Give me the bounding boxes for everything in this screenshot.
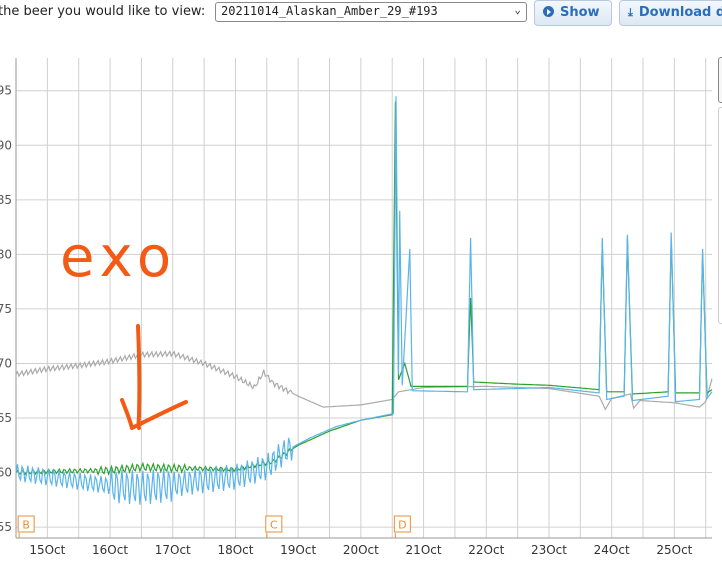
x-tick-label: 15Oct bbox=[29, 543, 65, 557]
x-tick-label: 24Oct bbox=[594, 543, 630, 557]
arrow-shaft bbox=[136, 324, 142, 430]
x-tick-label: 16Oct bbox=[92, 543, 128, 557]
y-axis-ticks: 55 60 65 70 75 80 85 90 95 bbox=[0, 84, 12, 534]
y-tick-label: 75 bbox=[0, 302, 12, 316]
y-tick-label: 90 bbox=[0, 138, 12, 152]
x-tick-label: 20Oct bbox=[343, 543, 379, 557]
scroll-handle[interactable] bbox=[718, 57, 722, 103]
x-axis-ticks: 15Oct 16Oct 17Oct 18Oct 19Oct 20Oct 21Oct 22Oct… bbox=[29, 543, 692, 557]
annotation-exo-text: exo bbox=[60, 225, 178, 290]
x-tick-label: 18Oct bbox=[217, 543, 253, 557]
y-tick-label: 95 bbox=[0, 84, 12, 98]
arrow-head bbox=[120, 398, 188, 430]
chart-series bbox=[15, 96, 713, 505]
x-tick-label: 23Oct bbox=[531, 543, 567, 557]
event-marker-label: B bbox=[22, 519, 30, 532]
y-tick-label: 70 bbox=[0, 356, 12, 370]
event-marker-label: D bbox=[398, 519, 406, 532]
y-tick-label: 55 bbox=[0, 520, 12, 534]
x-tick-label: 21Oct bbox=[406, 543, 442, 557]
annotation-arrow bbox=[120, 324, 188, 430]
x-tick-label: 19Oct bbox=[280, 543, 316, 557]
y-tick-label: 80 bbox=[0, 247, 12, 261]
y-tick-label: 60 bbox=[0, 466, 12, 480]
x-tick-label: 17Oct bbox=[155, 543, 191, 557]
side-panel-edge bbox=[718, 107, 722, 324]
chart-frame bbox=[15, 58, 712, 539]
series-line-2 bbox=[15, 96, 713, 505]
y-tick-label: 85 bbox=[0, 193, 12, 207]
x-tick-label: 22Oct bbox=[468, 543, 504, 557]
event-marker-label: C bbox=[270, 519, 278, 532]
x-tick-label: 25Oct bbox=[656, 543, 692, 557]
chart-grid bbox=[16, 58, 712, 538]
y-tick-label: 65 bbox=[0, 411, 12, 425]
